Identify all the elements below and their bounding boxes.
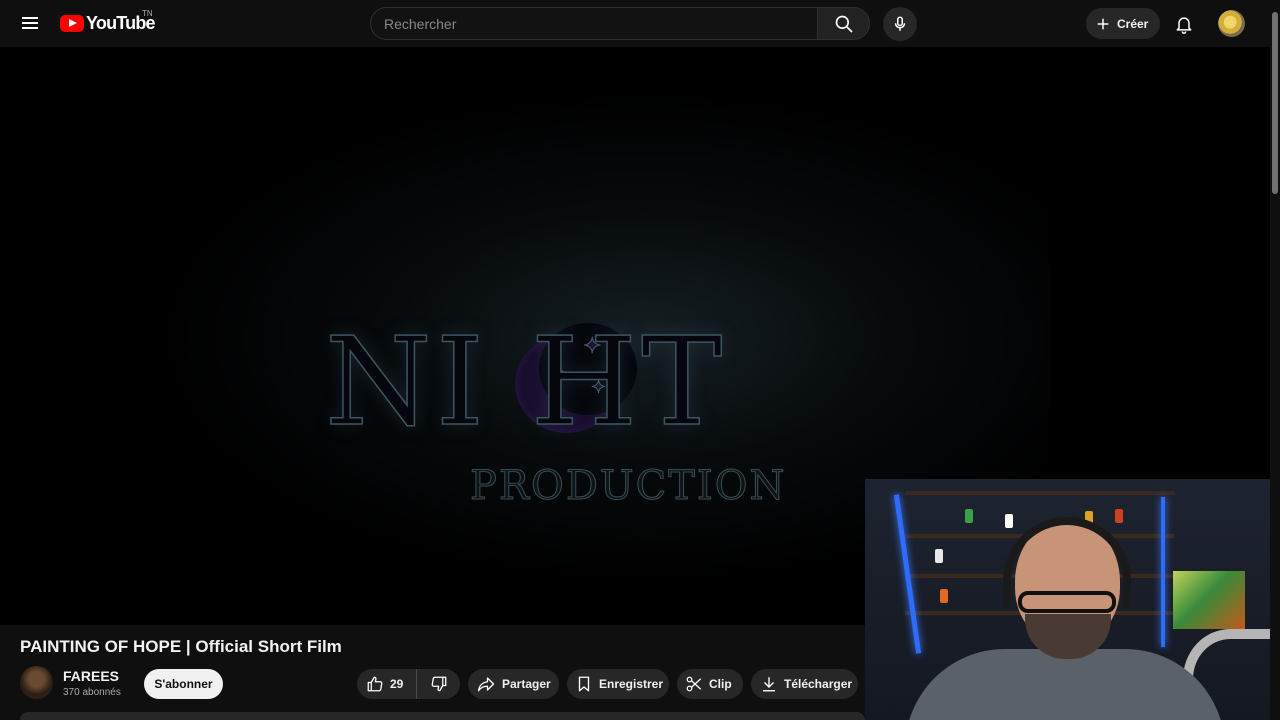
scrollbar-thumb[interactable]	[1272, 12, 1278, 194]
region-code: TN	[142, 9, 153, 18]
description-box[interactable]	[20, 712, 865, 720]
voice-search-button[interactable]	[883, 7, 917, 41]
search-icon	[835, 15, 852, 32]
dislike-icon	[431, 676, 446, 692]
search-button[interactable]	[817, 7, 870, 40]
headset	[1003, 517, 1131, 607]
like-icon	[367, 676, 383, 692]
logo-subtitle: PRODUCTION	[469, 463, 787, 510]
youtube-logo[interactable]: YouTube TN	[60, 9, 156, 34]
share-button[interactable]: Partager	[468, 669, 559, 699]
notifications-button[interactable]	[1168, 8, 1200, 40]
share-icon	[477, 677, 495, 692]
download-button[interactable]: Télécharger	[751, 669, 858, 699]
channel-name[interactable]: FAREES	[63, 668, 119, 684]
mic-icon	[894, 16, 906, 31]
like-button[interactable]: 29	[357, 669, 417, 699]
create-button[interactable]: Créer	[1086, 8, 1160, 39]
bell-icon	[1176, 17, 1192, 34]
download-icon	[763, 677, 775, 692]
share-label: Partager	[502, 677, 551, 691]
channel-avatar[interactable]	[20, 666, 53, 699]
download-label: Télécharger	[784, 677, 853, 691]
youtube-logo-icon	[60, 14, 84, 32]
clip-label: Clip	[709, 677, 732, 691]
save-icon	[578, 676, 590, 692]
search-box	[370, 7, 817, 40]
video-title: PAINTING OF HOPE | Official Short Film	[20, 637, 342, 656]
plus-icon	[1097, 18, 1109, 29]
search-input[interactable]	[371, 8, 817, 39]
menu-icon[interactable]	[14, 7, 46, 39]
subscribe-button[interactable]: S'abonner	[144, 669, 223, 699]
account-avatar[interactable]	[1218, 10, 1245, 37]
subscriber-count: 370 abonnés	[63, 687, 121, 698]
clip-button[interactable]: Clip	[677, 669, 743, 699]
save-button[interactable]: Enregistrer	[567, 669, 669, 699]
dislike-button[interactable]	[417, 669, 460, 699]
like-count: 29	[390, 677, 404, 691]
night-production-logo: ✦ ✦ ✦ NI HT PRODUCTION	[324, 311, 845, 510]
like-dislike-group: 29	[357, 669, 460, 699]
page-scrollbar[interactable]	[1270, 0, 1280, 720]
logo-word: NI HT	[324, 311, 727, 453]
webcam-overlay	[865, 479, 1280, 720]
scissors-icon	[686, 676, 702, 692]
masthead: YouTube TN Créer	[0, 0, 1270, 47]
save-label: Enregistrer	[599, 677, 664, 691]
create-label: Créer	[1117, 16, 1149, 31]
